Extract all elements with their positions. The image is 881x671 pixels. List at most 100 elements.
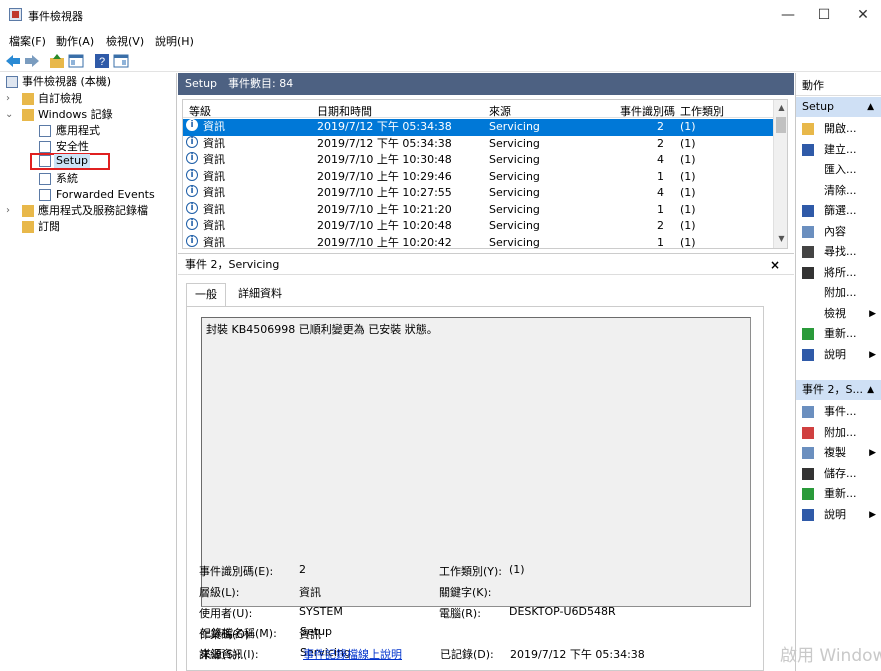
save-icon [802,467,814,480]
toolbar: ? [0,50,881,72]
show-hide-action-pane-icon[interactable] [113,53,129,69]
forward-icon[interactable] [24,53,40,69]
close-detail-icon[interactable]: × [770,254,780,276]
action-item[interactable]: 說明 ▶ [796,345,881,365]
detail-tabs: 一般 詳細資料 [186,283,766,307]
cell-datetime: 2019/7/10 上午 10:29:46 [317,169,452,183]
cell-source: Servicing [489,136,540,150]
event-id-label: 事件識別碼(E): [199,565,274,578]
tree-application[interactable]: 應用程式 [0,124,176,138]
tree-setup[interactable]: Setup [30,153,110,170]
tree-root[interactable]: 事件檢視器 (本機) [0,75,176,89]
cell-datetime: 2019/7/10 上午 10:30:48 [317,153,452,166]
log-icon [39,141,51,153]
col-task-category[interactable]: 工作類別 [680,103,724,119]
action-item[interactable]: 匯入... [796,160,881,180]
tree-subscriptions[interactable]: 訂閱 [0,220,176,234]
menu-file[interactable]: 檔案(F) [9,33,46,49]
table-row[interactable]: i 資訊 2019/7/12 下午 05:34:38 Servicing 2 (1) [183,135,773,153]
tree-custom-views[interactable]: › 自訂檢視 [0,92,176,106]
col-source[interactable]: 來源 [489,103,511,119]
table-row[interactable]: i 資訊 2019/7/10 上午 10:30:48 Servicing 4 (1) [183,152,773,169]
table-row[interactable]: i 資訊 2019/7/10 上午 10:20:48 Servicing 2 (1) [183,218,773,235]
col-level[interactable]: 等級 [189,103,211,119]
information-icon: i [186,168,198,181]
action-item[interactable]: 建立... [796,140,881,160]
up-folder-icon[interactable] [49,53,65,69]
action-item[interactable]: 附加... [796,283,881,303]
tree-security[interactable]: 安全性 [0,140,176,154]
scroll-down-icon[interactable]: ▼ [774,234,787,243]
scroll-thumb[interactable] [776,117,786,133]
action-item[interactable]: 說明 ▶ [796,505,881,525]
collapse-caret-icon[interactable]: ▲ [867,97,874,117]
actions-section-event[interactable]: 事件 2，S... ▲ [796,380,881,400]
action-item-label: 匯入... [824,163,857,176]
log-icon [39,125,51,137]
event-list-scrollbar[interactable]: ▲ ▼ [773,100,787,248]
cell-level: 資訊 [203,219,225,232]
menu-view[interactable]: 檢視(V) [106,33,144,49]
action-item-label: 附加... [824,286,857,299]
action-item[interactable]: 將所... [796,263,881,283]
action-item[interactable]: 開啟... [796,119,881,139]
action-item[interactable]: 重新... [796,484,881,504]
menu-help[interactable]: 說明(H) [155,33,194,49]
table-row[interactable]: i 資訊 2019/7/10 上午 10:27:55 Servicing 4 (1) [183,185,773,202]
event-list[interactable]: 等級 日期和時間 來源 事件識別碼 工作類別 i 資訊 2019/7/12 下午 0… [182,99,788,249]
action-item[interactable]: 重新... [796,324,881,344]
tab-general[interactable]: 一般 [186,283,226,307]
menu-action[interactable]: 動作(A) [56,33,94,49]
tab-details[interactable]: 詳細資料 [230,285,290,305]
action-item[interactable]: 複製 ▶ [796,443,881,463]
cell-task-category: (1) [680,120,696,133]
scroll-up-icon[interactable]: ▲ [774,103,787,112]
submenu-arrow-icon: ▶ [869,448,876,458]
table-row[interactable]: i 資訊 2019/7/10 上午 10:20:42 Servicing 1 (1) [183,234,773,249]
action-item[interactable]: 檢視 ▶ [796,304,881,324]
action-item[interactable]: 尋找... [796,242,881,262]
table-row[interactable]: i 資訊 2019/7/10 上午 10:21:20 Servicing 1 (1) [183,201,773,219]
help-icon[interactable]: ? [94,53,110,69]
action-item[interactable]: 內容 [796,222,881,242]
action-item-label: 開啟... [824,122,857,135]
tree-app-services[interactable]: › 應用程式及服務記錄檔 [0,204,176,218]
col-datetime[interactable]: 日期和時間 [317,103,372,119]
expand-chevron-icon[interactable]: › [6,92,10,106]
actions-section-setup[interactable]: Setup ▲ [796,97,881,117]
collapse-chevron-icon[interactable]: ⌄ [5,108,13,122]
cell-event-id: 1 [657,169,664,183]
online-help-link[interactable]: 事件記錄檔線上說明 [303,646,402,662]
tree-forwarded-label: Forwarded Events [56,188,155,201]
action-item-label: 內容 [824,224,846,238]
cell-event-id: 2 [657,219,664,232]
action-item[interactable]: 儲存... [796,464,881,484]
tree-forwarded-events[interactable]: Forwarded Events [0,188,176,202]
close-button[interactable]: ✕ [840,0,881,30]
table-row[interactable]: i 資訊 2019/7/10 上午 10:29:46 Servicing 1 (1) [183,168,773,186]
actions-section-setup-label: Setup [802,100,835,113]
col-event-id[interactable]: 事件識別碼 [620,103,675,119]
cell-task-category: (1) [680,136,696,150]
collapse-caret-icon[interactable]: ▲ [867,380,874,400]
tree-windows-logs[interactable]: ⌄ Windows 記錄 [0,108,176,122]
refresh-icon [802,488,814,500]
task-value: (1) [509,563,525,576]
back-icon[interactable] [5,53,21,69]
expand-chevron-icon[interactable]: › [6,204,10,218]
task-label: 工作類別(Y): [439,565,503,578]
cell-source: Servicing [489,235,540,249]
user-label: 使用者(U): [199,607,253,620]
cell-datetime: 2019/7/12 下午 05:34:38 [317,120,452,133]
cell-event-id: 4 [657,153,664,166]
tree-system[interactable]: 系統 [0,172,176,186]
show-hide-tree-icon[interactable] [68,53,84,69]
action-item[interactable]: 附加... [796,423,881,443]
action-item[interactable]: 事件... [796,402,881,422]
action-item[interactable]: 篩選... [796,201,881,221]
cell-event-id: 2 [657,136,664,150]
information-icon: i [186,234,198,247]
table-row[interactable]: i 資訊 2019/7/12 下午 05:34:38 Servicing 2 (1) [183,119,773,136]
action-item[interactable]: 清除... [796,181,881,201]
cell-event-id: 4 [657,186,664,199]
